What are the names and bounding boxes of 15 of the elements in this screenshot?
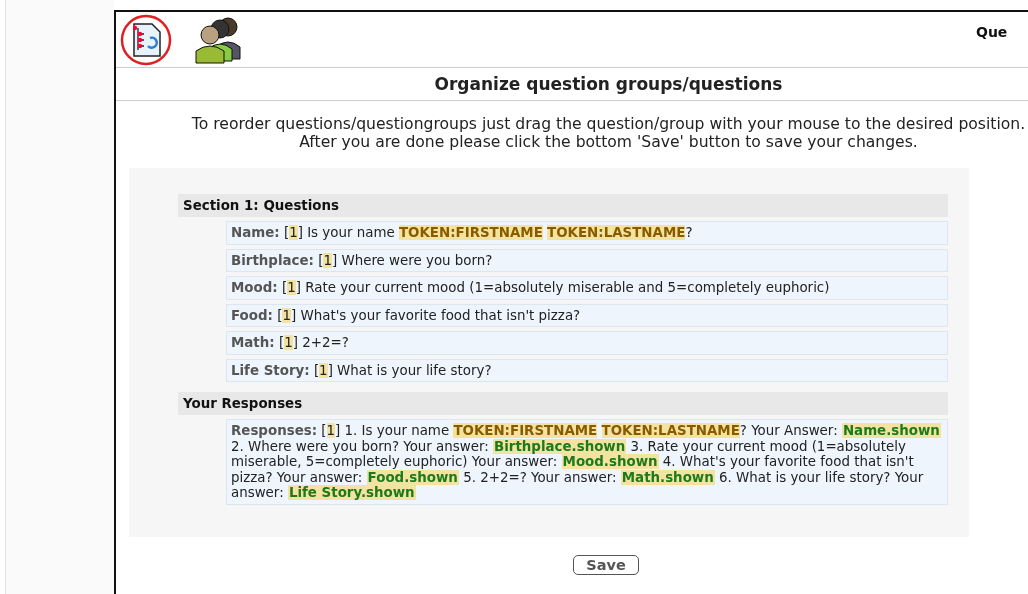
page-title: Organize question groups/questions <box>116 68 1028 101</box>
users-icon[interactable] <box>192 14 244 65</box>
save-button[interactable]: Save <box>573 554 639 575</box>
instruction-text: To reorder questions/questiongroups just drag the question/group with your mouse to the desired position. <box>190 115 1027 133</box>
header-title: Que <box>976 24 1008 40</box>
question-row[interactable]: Mood: [1] Rate your current mood (1=absolutely miserable and 5=completely euphoric) <box>226 276 948 300</box>
question-row[interactable]: Birthplace: [1] Where were you born? <box>226 248 948 272</box>
instruction-text: After you are done please click the bottom 'Save' button to save your changes. <box>298 133 919 151</box>
question-row[interactable]: Math: [1] 2+2=? <box>226 331 948 355</box>
question-row[interactable]: Name: [1] Is your name TOKEN:FIRSTNAME TOKEN:LASTNAME? <box>226 221 948 245</box>
group-header[interactable]: Section 1: Questions <box>178 194 948 217</box>
question-row[interactable]: Food: [1] What's your favorite food that isn't pizza? <box>226 303 948 327</box>
group-header[interactable]: Your Responses <box>178 392 948 415</box>
question-row[interactable]: Life Story: [1] What is your life story? <box>226 358 948 382</box>
reorder-icon[interactable] <box>120 13 172 66</box>
